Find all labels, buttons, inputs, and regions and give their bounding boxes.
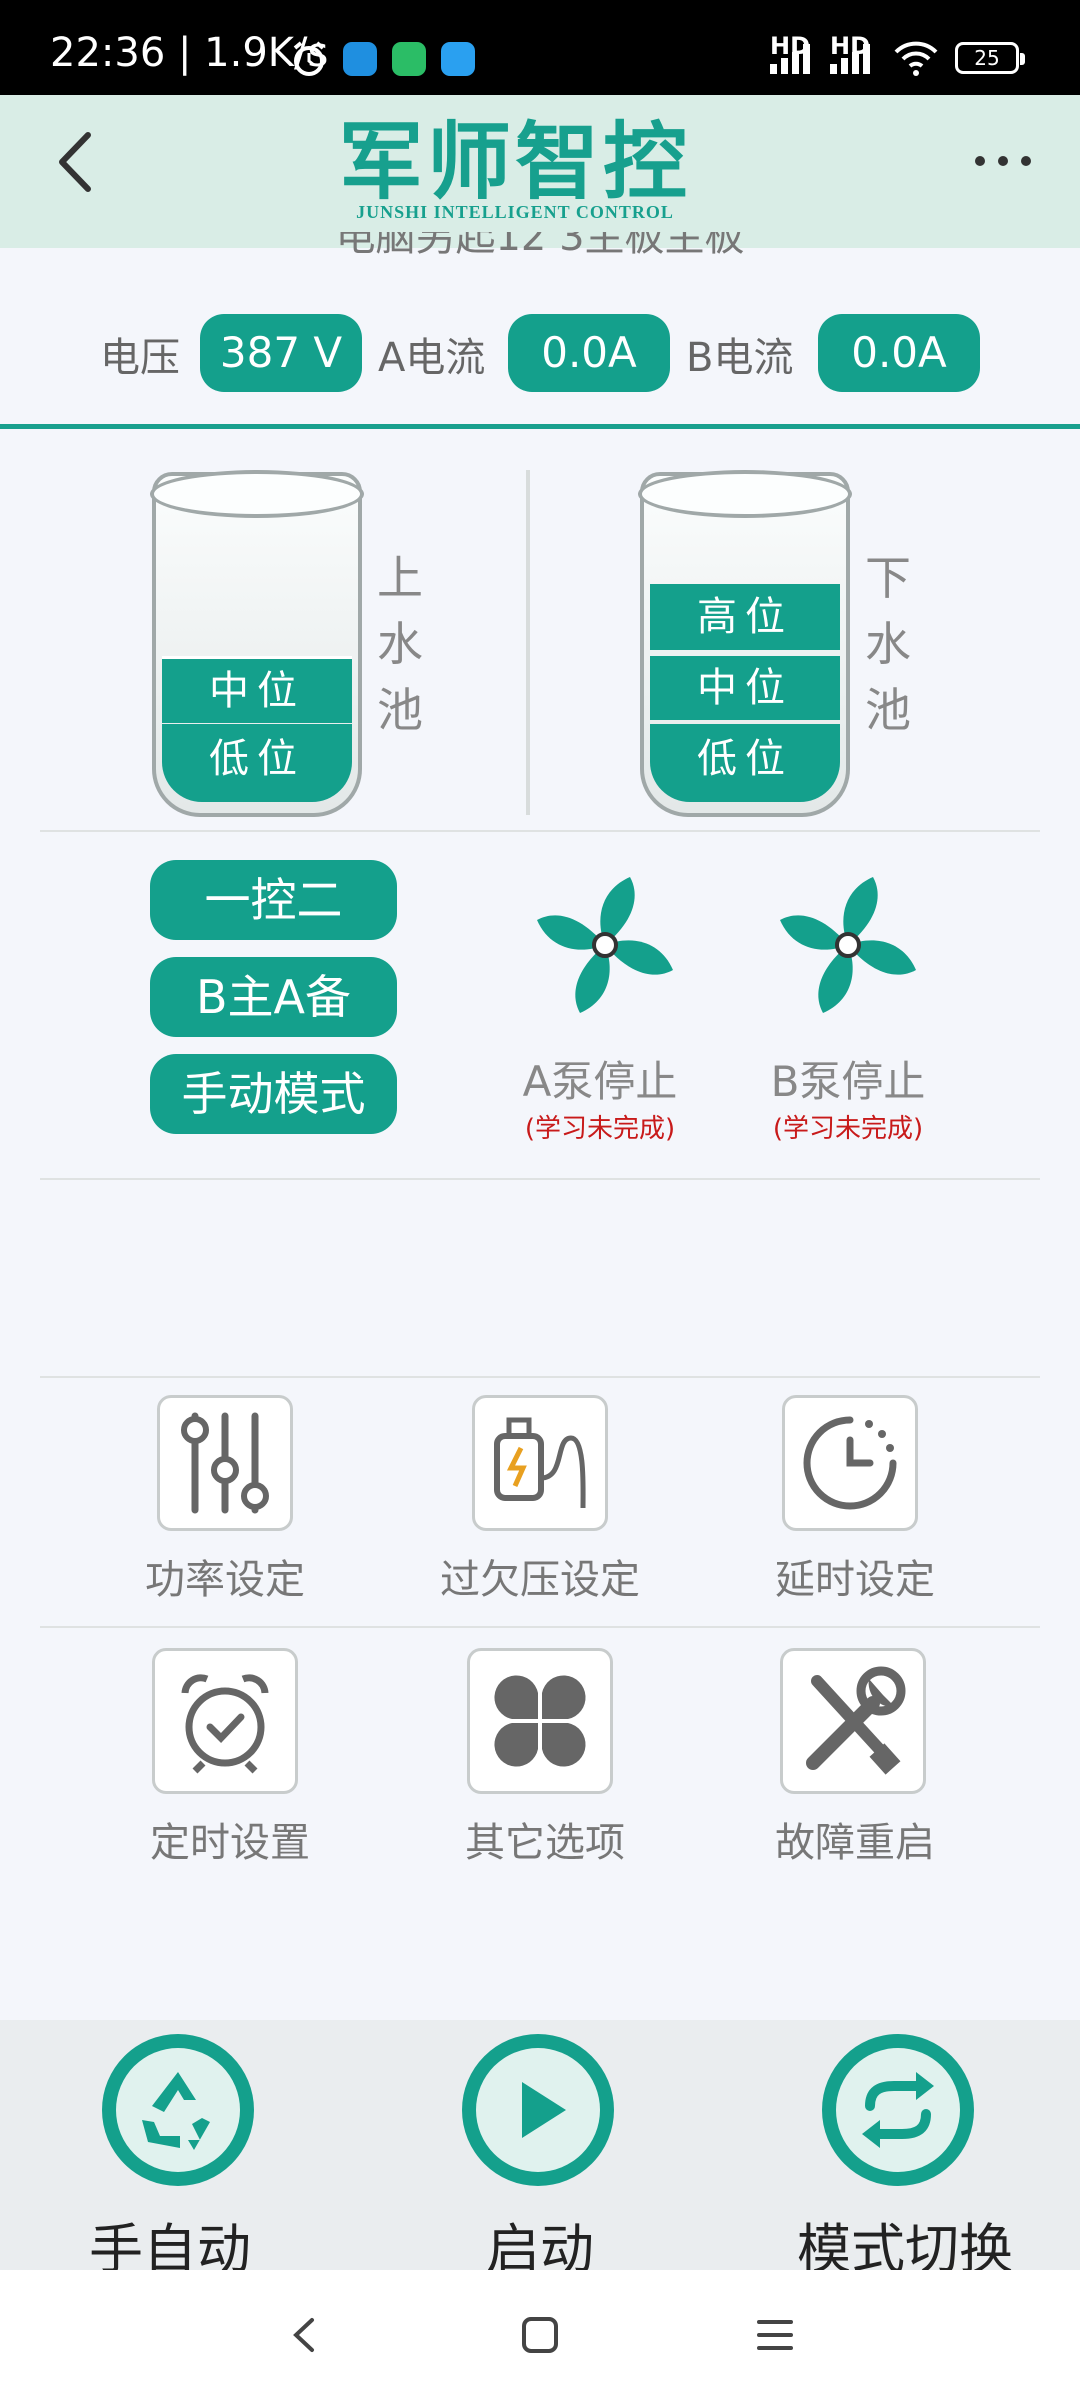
signal-icon-2 (830, 44, 880, 74)
voltage-label: 电压 (100, 335, 180, 381)
tank-divider (526, 470, 530, 815)
battery-icon: 25 (955, 42, 1025, 74)
fault-restart-item[interactable]: 故障重启 (725, 1648, 985, 1868)
pump-a-fan-icon (537, 877, 673, 1013)
pump-b-note: (学习未完成) (772, 1114, 924, 1144)
logo-title: 军师智控 (338, 112, 691, 211)
device-name: 电脑另起12 3主板主板 (335, 232, 745, 260)
pump-a-note: (学习未完成) (524, 1114, 676, 1144)
voltage-protection-setting-item[interactable]: 过欠压设定 (410, 1395, 670, 1605)
upload-app-icon (441, 42, 475, 76)
system-nav-bar (0, 2270, 1080, 2400)
alarm-clock-icon (152, 1648, 298, 1794)
back-button[interactable] (40, 115, 120, 205)
fault-restart-label: 故障重启 (775, 1820, 935, 1866)
divider-line (40, 830, 1040, 832)
clock-icon (782, 1395, 918, 1531)
upper-tank-level-low: 低位 (162, 724, 352, 802)
voltage-protection-setting-label: 过欠压设定 (440, 1557, 640, 1603)
delay-setting-item[interactable]: 延时设定 (725, 1395, 985, 1605)
divider-line (40, 1626, 1040, 1628)
current-a-value: 0.0A (508, 314, 670, 392)
other-options-label: 其它选项 (465, 1820, 625, 1866)
shield-app-icon (392, 42, 426, 76)
divider-line (40, 1376, 1040, 1378)
upper-tank-level-mid: 中位 (162, 656, 352, 723)
charger-icon (472, 1395, 608, 1531)
app-logo: 军师智控 JUNSHI INTELLIGENT CONTROL (315, 112, 715, 232)
voltage-value: 387 V (200, 314, 362, 392)
section-divider (0, 424, 1080, 429)
lower-tank-level-high: 高位 (650, 584, 840, 650)
mode-one-control-two-button[interactable]: 一控二 (150, 860, 397, 940)
chevron-left-icon (59, 132, 91, 192)
current-b-label: B电流 (686, 335, 794, 381)
edge-browser-icon (343, 42, 377, 76)
more-button[interactable] (970, 130, 1040, 190)
pump-b-fan-icon (780, 877, 916, 1013)
mode-manual-button[interactable]: 手动模式 (150, 1054, 397, 1134)
lower-tank-level-low: 低位 (650, 724, 840, 802)
status-bar: 22:36 | 1.9K/s HD HD 25 (0, 0, 1080, 95)
status-time: 22:36 | 1.9K/s (50, 30, 329, 76)
pump-b-status: B泵停止 (770, 1057, 926, 1106)
lower-pool-label: 下水池 (865, 551, 911, 737)
power-setting-item[interactable]: 功率设定 (95, 1395, 355, 1605)
battery-level: 25 (974, 46, 1000, 70)
tools-icon (780, 1648, 926, 1794)
upper-tank: 中位 低位 (150, 470, 364, 817)
upper-pool-label: 上水池 (377, 551, 423, 737)
alarm-icon (293, 41, 325, 76)
divider-line (40, 1178, 1040, 1180)
mode-b-main-a-backup-button[interactable]: B主A备 (150, 957, 397, 1037)
current-a-label: A电流 (378, 335, 486, 381)
delay-setting-label: 延时设定 (775, 1557, 935, 1603)
current-b-value: 0.0A (818, 314, 980, 392)
start-button[interactable] (458, 2030, 618, 2190)
timer-setting-label: 定时设置 (150, 1820, 310, 1866)
logo-subtitle: JUNSHI INTELLIGENT CONTROL (356, 202, 674, 222)
lower-tank: 高位 中位 低位 (638, 470, 852, 817)
timer-setting-item[interactable]: 定时设置 (100, 1648, 360, 1868)
mode-switch-button[interactable] (818, 2030, 978, 2190)
power-setting-label: 功率设定 (145, 1557, 305, 1603)
wifi-icon (894, 41, 938, 76)
nav-home-icon[interactable] (515, 2310, 565, 2360)
nav-menu-icon[interactable] (750, 2310, 800, 2360)
lower-tank-level-mid: 中位 (650, 656, 840, 720)
nav-back-icon[interactable] (280, 2310, 330, 2360)
clover-grid-icon (467, 1648, 613, 1794)
manual-auto-button[interactable] (98, 2030, 258, 2190)
pump-a-status: A泵停止 (522, 1057, 678, 1106)
sliders-icon (157, 1395, 293, 1531)
other-options-item[interactable]: 其它选项 (415, 1648, 675, 1868)
signal-icon (770, 44, 820, 74)
